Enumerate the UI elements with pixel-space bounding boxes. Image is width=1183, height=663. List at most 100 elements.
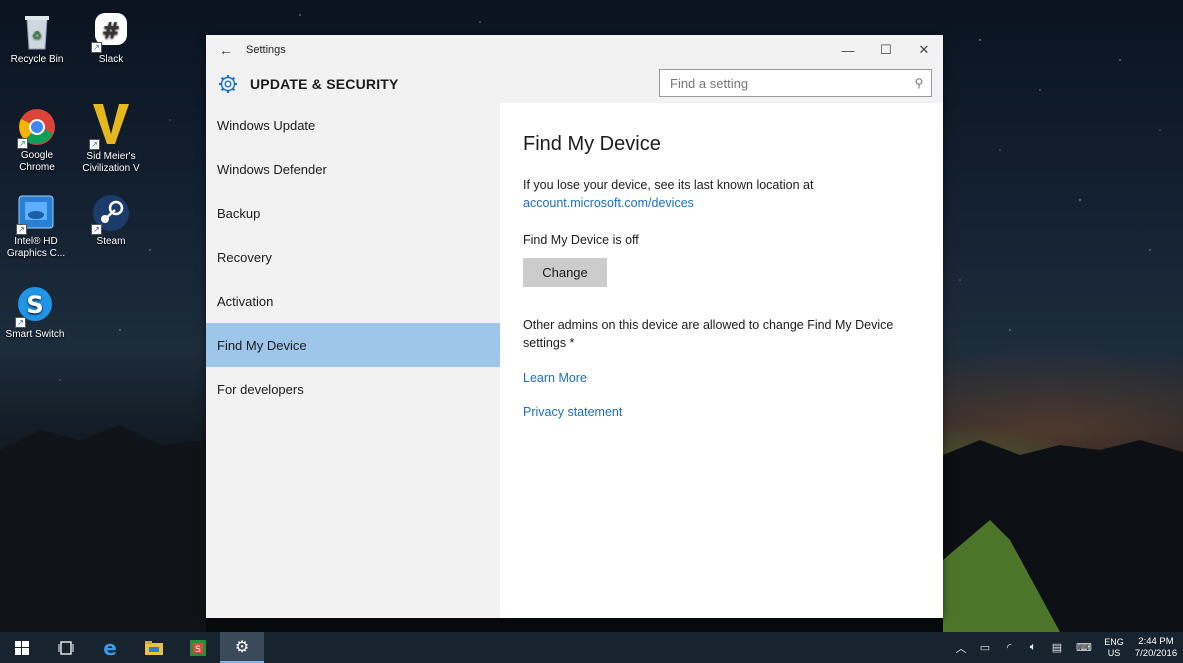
clock-date: 7/20/2016	[1134, 647, 1178, 659]
shortcut-arrow-icon: ↗	[16, 224, 27, 235]
desktop-icon-slack[interactable]: # ↗ Slack	[76, 11, 146, 66]
taskbar-store-button[interactable]: S	[176, 632, 220, 663]
sidebar-item-label: Windows Defender	[217, 161, 327, 177]
minimize-button[interactable]: —	[829, 35, 867, 65]
page-title: Find My Device	[523, 133, 661, 155]
language-code: ENG	[1104, 636, 1124, 647]
svg-text:#: #	[102, 19, 120, 44]
task-view-icon	[58, 640, 74, 655]
shortcut-arrow-icon: ↗	[17, 138, 28, 149]
search-icon[interactable]: ⚲	[907, 76, 931, 90]
sidebar-item-label: Recovery	[217, 249, 272, 265]
desktop-icon-label: Recycle Bin	[10, 54, 64, 65]
slack-icon: # ↗	[91, 11, 131, 53]
shortcut-arrow-icon: ↗	[91, 42, 102, 53]
clock-time: 2:44 PM	[1138, 635, 1174, 647]
sidebar-item-label: For developers	[217, 381, 304, 397]
desktop-icon-label: Intel® HD Graphics C...	[6, 236, 66, 259]
task-view-button[interactable]	[44, 632, 88, 663]
change-button[interactable]: Change	[523, 258, 607, 287]
sidebar-item-label: Backup	[217, 205, 261, 221]
volume-icon[interactable]: 🔈︎	[1021, 641, 1045, 654]
show-hidden-icons-button[interactable]: ︿	[949, 640, 973, 656]
back-arrow-icon: ←	[219, 42, 233, 58]
shortcut-arrow-icon: ↗	[15, 317, 26, 328]
svg-text:S: S	[195, 645, 201, 655]
sidebar-item-recovery[interactable]: Recovery	[206, 235, 500, 279]
desktop-icon-google-chrome[interactable]: ↗ Google Chrome	[7, 107, 67, 174]
sidebar-item-label: Find My Device	[217, 337, 307, 353]
action-center-icon[interactable]: ▤	[1045, 641, 1069, 654]
svg-text:♻: ♻	[32, 29, 42, 42]
settings-window: ← Settings — ☐ ✕ UPDATE & SECURITY Find …	[206, 35, 943, 618]
desktop-icon-intel-hd-graphics[interactable]: ↗ Intel® HD Graphics C...	[3, 193, 69, 260]
caption-buttons: — ☐ ✕	[829, 35, 943, 65]
search-input[interactable]	[660, 70, 907, 96]
gear-icon	[206, 74, 250, 94]
sidebar-item-activation[interactable]: Activation	[206, 279, 500, 323]
sidebar-item-for-developers[interactable]: For developers	[206, 367, 500, 411]
sidebar: Windows Update Windows Defender Backup R…	[206, 103, 500, 618]
chevron-up-icon: ︿	[955, 642, 967, 655]
folder-icon	[145, 640, 163, 655]
recycle-bin-icon: ♻	[17, 11, 57, 51]
section-title: UPDATE & SECURITY	[250, 76, 399, 92]
learn-more-link[interactable]: Learn More	[523, 371, 943, 385]
desktop-icon-label: Google Chrome	[19, 150, 55, 173]
section-header: UPDATE & SECURITY ⚲	[206, 65, 943, 103]
intel-graphics-icon: ↗	[16, 193, 56, 235]
language-indicator[interactable]: ENG US	[1099, 637, 1129, 659]
sidebar-item-label: Activation	[217, 293, 274, 309]
search-box[interactable]: ⚲	[659, 69, 932, 97]
sidebar-item-windows-update[interactable]: Windows Update	[206, 103, 500, 147]
region-code: US	[1107, 647, 1121, 658]
settings-body: Windows Update Windows Defender Backup R…	[206, 103, 943, 618]
system-tray: ︿ ▭ ◜ 🔈︎ ▤ ⌨ ENG US 2:44 PM 7/20/2016	[949, 632, 1183, 663]
chrome-icon: ↗	[17, 107, 57, 149]
battery-icon[interactable]: ▭	[973, 641, 997, 654]
taskbar-file-explorer-button[interactable]	[132, 632, 176, 663]
privacy-statement-link[interactable]: Privacy statement	[523, 405, 943, 419]
app-tile-icon: S	[190, 639, 206, 656]
status-text: Find My Device is off	[523, 233, 639, 247]
wifi-icon[interactable]: ◜	[997, 641, 1021, 654]
close-button[interactable]: ✕	[905, 35, 943, 65]
svg-text:S: S	[26, 291, 43, 319]
intro-text: If you lose your device, see its last kn…	[523, 178, 814, 192]
taskbar: e S ⚙ ︿ ▭ ◜ 🔈︎ ▤ ⌨ ENG US 2:44 PM 7/20/2…	[0, 632, 1183, 663]
desktop-icon-steam[interactable]: ↗ Steam	[76, 193, 146, 248]
back-button[interactable]: ←	[206, 35, 246, 65]
clock[interactable]: 2:44 PM 7/20/2016	[1129, 636, 1183, 660]
taskbar-settings-button[interactable]: ⚙	[220, 632, 264, 663]
steam-icon: ↗	[91, 193, 131, 235]
settings-gear-icon: ⚙	[234, 638, 250, 656]
taskbar-edge-button[interactable]: e	[88, 632, 132, 663]
desktop-icon-label: Slack	[98, 54, 124, 65]
edge-icon: e	[103, 635, 117, 660]
keyboard-icon[interactable]: ⌨	[1069, 641, 1099, 654]
smart-switch-icon: S ↗	[15, 286, 55, 328]
shortcut-arrow-icon: ↗	[91, 224, 102, 235]
admins-text: Other admins on this device are allowed …	[523, 318, 894, 350]
shortcut-arrow-icon: ↗	[89, 139, 100, 150]
desktop-icon-civilization-v[interactable]: ↗ Sid Meier's Civilization V	[76, 100, 146, 175]
desktop-icon-label: Sid Meier's Civilization V	[82, 151, 140, 174]
content-pane: Find My Device If you lose your device, …	[500, 103, 943, 618]
title-bar[interactable]: ← Settings — ☐ ✕	[206, 35, 943, 65]
sidebar-item-backup[interactable]: Backup	[206, 191, 500, 235]
desktop-icon-smart-switch[interactable]: S ↗ Smart Switch	[0, 286, 70, 341]
sidebar-item-find-my-device[interactable]: Find My Device	[206, 323, 500, 367]
account-devices-link[interactable]: account.microsoft.com/devices	[523, 196, 694, 210]
close-icon: ✕	[918, 42, 930, 57]
window-title: Settings	[246, 44, 286, 56]
maximize-button[interactable]: ☐	[867, 35, 905, 65]
sidebar-item-windows-defender[interactable]: Windows Defender	[206, 147, 500, 191]
desktop-icon-label: Smart Switch	[5, 329, 65, 340]
desktop-icon-label: Steam	[96, 236, 126, 247]
desktop-icon-recycle-bin[interactable]: ♻ Recycle Bin	[2, 11, 72, 66]
sidebar-item-label: Windows Update	[217, 117, 316, 133]
civilization-v-icon: ↗	[89, 100, 133, 150]
windows-logo-icon	[15, 640, 29, 655]
maximize-icon: ☐	[880, 42, 892, 57]
start-button[interactable]	[0, 632, 44, 663]
